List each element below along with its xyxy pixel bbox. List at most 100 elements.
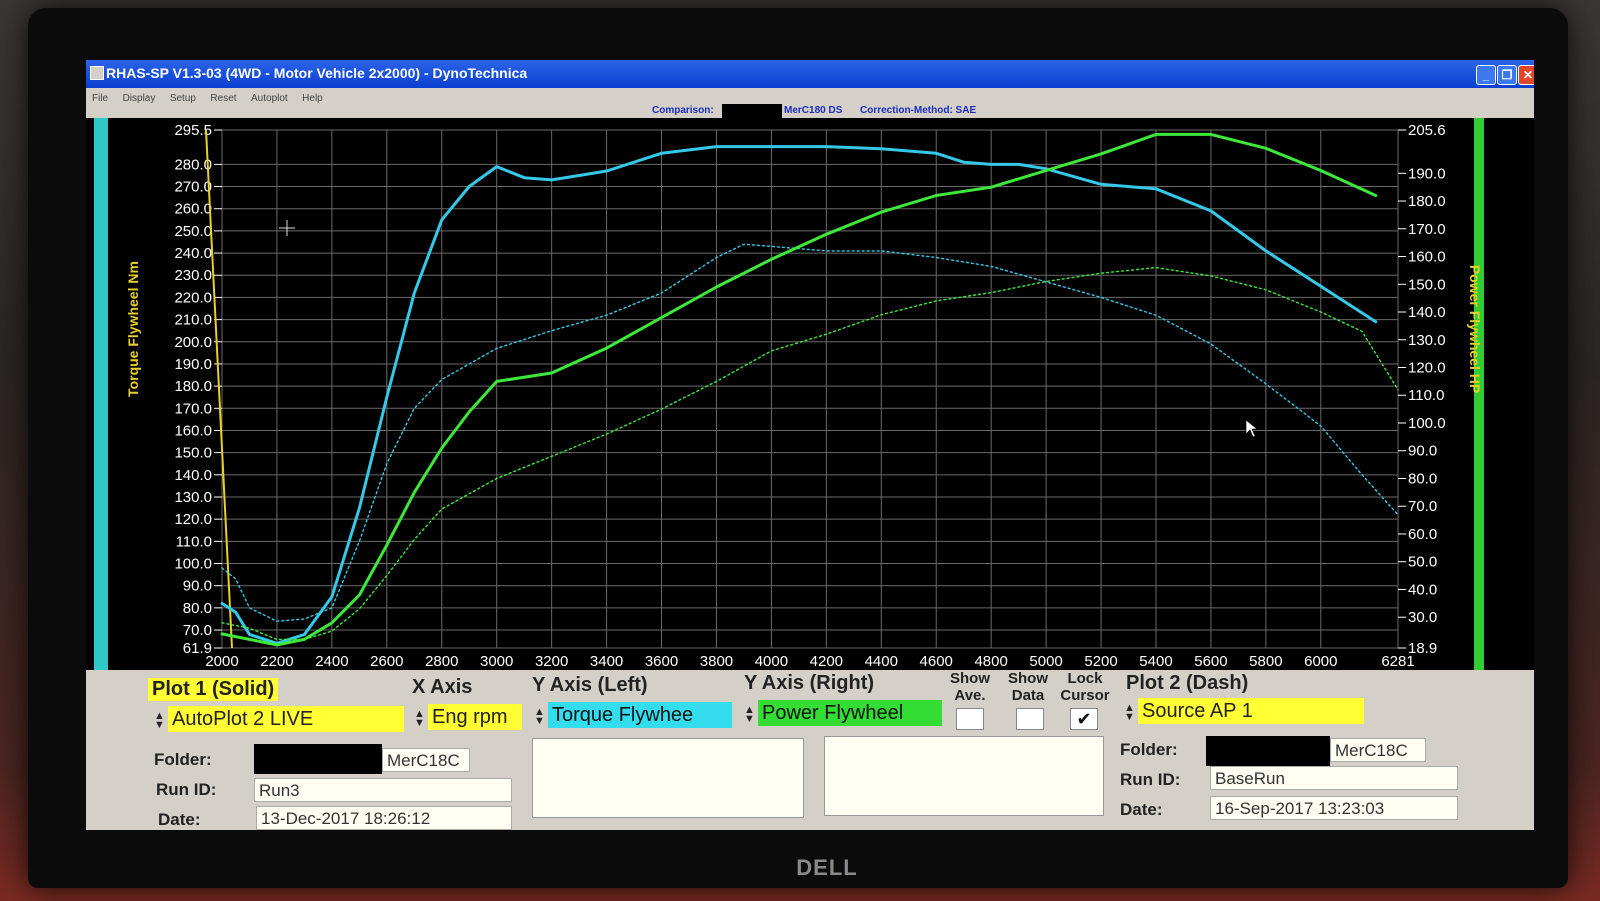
y-left-tick-label: 250.0 [174,223,212,240]
x-tick-label: 5200 [1084,653,1117,670]
x-tick-label: 3000 [480,653,513,670]
comparison-label: Comparison: [652,105,714,116]
x-tick-label: 3200 [535,653,568,670]
y-left-tick-label: 180.0 [174,378,212,395]
y-right-tick-label: 170.0 [1408,221,1446,238]
redacted-folder-2 [1206,736,1330,766]
y-right-tick-label: 90.0 [1408,443,1437,460]
app-icon [90,66,104,80]
plot1-runid-field[interactable]: Run3 [254,778,512,802]
y-left-select[interactable]: Torque Flywhee [548,702,732,728]
y-right-tick-label: 150.0 [1408,276,1446,293]
y-right-spinner[interactable]: ▲ ▼ [744,705,755,725]
monitor-logo: DELL [796,855,858,880]
plot2-title: Plot 2 (Dash) [1126,672,1249,694]
y-left-tick-label: 90.0 [183,578,212,595]
y-left-tick-label: 280.0 [174,156,212,173]
y-left-tick-label: 160.0 [174,422,212,439]
x-tick-label: 6000 [1304,653,1337,670]
window-title: RHAS-SP V1.3-03 (4WD - Motor Vehicle 2x2… [106,65,528,81]
plot2-source-select[interactable]: Source AP 1 [1138,698,1364,724]
x-axis-select[interactable]: Eng rpm [428,704,522,730]
y-right-title: Y Axis (Right) [744,672,875,694]
x-tick-label: 3800 [700,653,733,670]
plot1-date-field[interactable]: 13-Dec-2017 18:26:12 [256,806,512,830]
series-line-torque-dash [221,243,1399,622]
redacted-folder-1 [254,744,382,774]
x-tick-label: 2800 [425,653,458,670]
comparison-value: MerC180 DS [784,105,843,116]
x-tick-label: 4600 [920,653,953,670]
x-tick-label: 5400 [1139,653,1172,670]
plot2-folder-field[interactable]: MerC18C [1330,738,1426,762]
y-left-tick-label: 70.0 [183,622,212,639]
x-axis-title: X Axis [412,676,473,698]
plot2-runid-field[interactable]: BaseRun [1210,766,1458,790]
y-left-tick-label: 260.0 [174,201,212,218]
y-left-axis-label: Torque Flywheel Nm [125,261,141,397]
lock-cursor-label: Lock Cursor [1060,670,1110,704]
y-right-tick-label: 180.0 [1408,193,1446,210]
plot2-date-label: Date: [1120,800,1163,819]
plot1-title: Plot 1 (Solid) [148,678,279,701]
show-data-label: Show Data [1008,670,1048,704]
title-bar[interactable]: RHAS-SP V1.3-03 (4WD - Motor Vehicle 2x2… [86,60,1534,88]
plot2-date-field[interactable]: 16-Sep-2017 13:23:03 [1210,796,1458,820]
plot1-spinner[interactable]: ▲ ▼ [154,711,165,731]
y-left-tick-label: 210.0 [174,312,212,329]
y-right-tick-label: 190.0 [1408,165,1446,182]
show-ave-label: Show Ave. [950,670,990,704]
y-right-tick-label: 40.0 [1408,581,1437,598]
right-side-bar [1474,118,1484,670]
x-tick-label: 3400 [590,653,623,670]
show-data-checkbox[interactable] [1016,708,1044,730]
dyno-chart-area[interactable]: 2000 2200 2400 2600 2800 3000 3200 3400 3600 3800… [86,118,1534,670]
y-left-title: Y Axis (Left) [532,674,648,696]
y-right-axis-label: Power Flywheel HP [1467,265,1483,393]
plot1-source-select[interactable]: AutoPlot 2 LIVE [168,706,404,732]
plot1-date-label: Date: [158,810,201,829]
x-tick-label: 4200 [810,653,843,670]
y-left-tick-label: 200.0 [174,334,212,351]
y-right-tick-label: 30.0 [1408,609,1437,626]
y-right-select[interactable]: Power Flywheel [758,700,942,726]
x-axis-spinner[interactable]: ▲ ▼ [414,709,425,729]
lock-cursor-checkbox[interactable]: ✔ [1070,708,1098,730]
y-right-tick-label: 70.0 [1408,498,1437,515]
series-line-power-dash [221,266,1399,641]
y-left-tick-label: 170.0 [174,400,212,417]
y-left-tick-label: 100.0 [174,556,212,573]
plot2-folder-label: Folder: [1120,740,1178,759]
y-left-tick-label: 240.0 [174,245,212,262]
y-left-tick-label: 80.0 [183,600,212,617]
y-left-tick-label: 130.0 [174,489,212,506]
plot1-folder-field[interactable]: MerC18C [382,748,470,772]
plot1-folder-label: Folder: [154,750,212,769]
y-right-tick-label: 140.0 [1408,304,1446,321]
y-right-tick-label: 80.0 [1408,470,1437,487]
y-right-tick-label: 110.0 [1408,387,1444,404]
y-right-tick-label: 120.0 [1408,359,1446,376]
y-right-tick-label: 205.6 [1408,122,1446,139]
x-tick-label: 4400 [865,653,898,670]
show-ave-checkbox[interactable] [956,708,984,730]
minimize-button[interactable]: _ [1476,65,1496,85]
menu-bar: File Display Setup Reset Autoplot Help [86,88,1534,104]
y-right-tick-label: 18.9 [1408,640,1437,657]
plot2-spinner[interactable]: ▲ ▼ [1124,703,1135,723]
y-right-tick-label: 60.0 [1408,526,1437,543]
y-left-tick-label: 110.0 [176,533,212,550]
close-button[interactable]: ✕ [1518,65,1534,85]
x-tick-label: 2600 [370,653,403,670]
y-left-spinner[interactable]: ▲ ▼ [534,707,545,727]
y-left-tick-label: 140.0 [174,467,212,484]
x-tick-label: 5800 [1249,653,1282,670]
x-tick-label: 5600 [1194,653,1227,670]
plot2-runid-label: Run ID: [1120,770,1181,789]
redacted-block [722,104,782,118]
series-line-torque-solid [220,145,1378,645]
dyno-chart: 2000 2200 2400 2600 2800 3000 3200 3400 3600 3800… [94,118,1526,670]
y-right-tick-label: 50.0 [1408,554,1437,571]
restore-button[interactable]: ❐ [1497,65,1517,85]
info-bar: Comparison: MerC180 DS Correction-Method… [86,104,1534,118]
